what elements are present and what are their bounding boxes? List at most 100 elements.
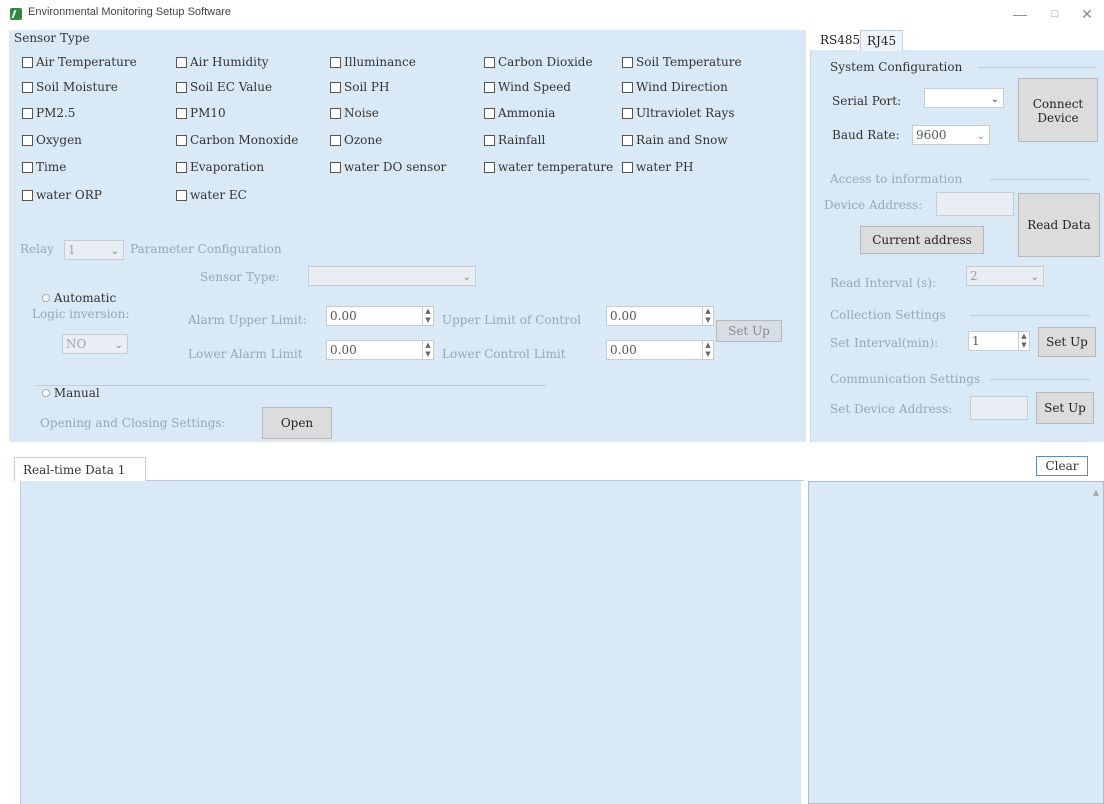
spinner-icon[interactable]: ▲ ▼ [702, 307, 713, 325]
checkbox-icon [622, 107, 633, 119]
parameter-config-label: Parameter Configuration [130, 242, 282, 256]
open-button[interactable]: Open [262, 407, 332, 439]
set-interval-input[interactable]: 1 ▲ ▼ [968, 331, 1030, 351]
sensor-checkbox[interactable]: Air Humidity [176, 55, 269, 69]
sensor-checkbox[interactable]: Rain and Snow [622, 133, 728, 147]
sensor-checkbox[interactable]: PM2.5 [22, 106, 75, 120]
sensor-checkbox[interactable]: Ultraviolet Rays [622, 106, 734, 120]
minimize-button[interactable]: — [1005, 4, 1035, 24]
connect-device-button[interactable]: Connect Device [1018, 78, 1098, 142]
checkbox-icon [330, 81, 341, 93]
read-interval-select[interactable]: 2 ⌄ [966, 266, 1044, 286]
sensor-checkbox[interactable]: water ORP [22, 188, 102, 202]
sensor-checkbox[interactable]: Soil PH [330, 80, 389, 94]
sensor-checkbox[interactable]: Oxygen [22, 133, 82, 147]
sensor-checkbox[interactable]: Soil Temperature [622, 55, 742, 69]
automatic-option[interactable]: Automatic [42, 291, 116, 305]
checkbox-icon [22, 189, 33, 201]
lower-control-limit-input[interactable]: 0.00 ▲ ▼ [606, 340, 714, 360]
checkbox-icon [484, 107, 495, 119]
sensor-checkbox[interactable]: water DO sensor [330, 160, 446, 174]
sensor-checkbox[interactable]: water PH [622, 160, 693, 174]
spinner-icon[interactable]: ▲ ▼ [422, 307, 433, 325]
sensor-checkbox[interactable]: Illuminance [330, 55, 416, 69]
communication-settings-title: Communication Settings [830, 372, 981, 386]
log-text-area[interactable]: ▲ [808, 481, 1104, 804]
collection-set-up-button[interactable]: Set Up [1038, 327, 1096, 357]
sensor-checkbox[interactable]: Carbon Monoxide [176, 133, 298, 147]
tab-rj45[interactable]: RJ45 [860, 30, 904, 51]
baud-rate-select[interactable]: 9600 ⌄ [912, 125, 990, 145]
sensor-checkbox[interactable]: water temperature [484, 160, 613, 174]
sensor-checkbox[interactable]: water EC [176, 188, 247, 202]
scroll-up-icon[interactable]: ▲ [1093, 488, 1099, 497]
alarm-upper-limit-label: Alarm Upper Limit: [188, 313, 307, 327]
chevron-down-icon: ⌄ [976, 131, 985, 142]
chevron-down-icon: ⌄ [114, 340, 123, 351]
current-address-button[interactable]: Current address [860, 226, 984, 254]
sensor-checkbox[interactable]: Air Temperature [22, 55, 137, 69]
set-device-address-input[interactable] [970, 396, 1028, 420]
opening-closing-label: Opening and Closing Settings: [40, 416, 226, 430]
sensor-checkbox[interactable]: Ozone [330, 133, 382, 147]
sensor-checkbox-label: Wind Direction [636, 80, 728, 94]
read-interval-value: 2 [970, 269, 978, 283]
device-address-input[interactable] [936, 192, 1014, 216]
chevron-down-icon: ⌄ [1030, 272, 1039, 283]
clear-button[interactable]: Clear [1036, 456, 1088, 476]
lower-control-limit-value: 0.00 [610, 343, 637, 357]
sensor-checkbox-label: water temperature [498, 160, 614, 174]
automatic-label: Automatic [53, 291, 117, 305]
set-interval-value: 1 [972, 334, 980, 348]
sensor-checkbox[interactable]: PM10 [176, 106, 226, 120]
tab-real-time-data-1[interactable]: Real-time Data 1 [14, 457, 146, 481]
checkbox-icon [330, 134, 341, 146]
sensor-checkbox[interactable]: Wind Direction [622, 80, 728, 94]
lower-alarm-limit-input[interactable]: 0.00 ▲ ▼ [326, 340, 434, 360]
relay-value: 1 [68, 243, 76, 257]
upper-limit-control-input[interactable]: 0.00 ▲ ▼ [606, 306, 714, 326]
checkbox-icon [176, 134, 187, 146]
sensor-checkbox-label: water PH [636, 160, 694, 174]
tab-rs485[interactable]: RS485 [814, 30, 867, 50]
checkbox-icon [176, 81, 187, 93]
sensor-checkbox[interactable]: Rainfall [484, 133, 545, 147]
sensor-checkbox-label: Oxygen [36, 133, 82, 147]
close-button[interactable]: ✕ [1072, 4, 1102, 24]
window-title: Environmental Monitoring Setup Software [28, 6, 231, 18]
sensor-checkbox[interactable]: Ammonia [484, 106, 555, 120]
sensor-checkbox-label: Carbon Dioxide [498, 55, 593, 69]
logic-inversion-value: NO [66, 337, 87, 351]
relay-select[interactable]: 1 ⌄ [64, 240, 124, 260]
relay-set-up-button[interactable]: Set Up [716, 320, 782, 342]
read-data-button[interactable]: Read Data [1018, 193, 1100, 257]
checkbox-icon [176, 56, 187, 68]
logic-inversion-select[interactable]: NO ⌄ [62, 334, 128, 354]
relay-sensor-type-select[interactable]: ⌄ [308, 266, 476, 286]
serial-port-select[interactable]: ⌄ [924, 88, 1004, 108]
sensor-checkbox[interactable]: Noise [330, 106, 379, 120]
sensor-checkbox[interactable]: Time [22, 160, 66, 174]
relay-divider [36, 385, 546, 386]
checkbox-icon [330, 56, 341, 68]
sensor-checkbox[interactable]: Soil Moisture [22, 80, 118, 94]
spinner-icon[interactable]: ▲ ▼ [422, 341, 433, 359]
manual-option[interactable]: Manual [42, 386, 100, 400]
logic-inversion-label: Logic inversion: [32, 307, 130, 321]
sensor-checkbox[interactable]: Carbon Dioxide [484, 55, 593, 69]
sensor-checkbox[interactable]: Evaporation [176, 160, 264, 174]
sensor-checkbox[interactable]: Soil EC Value [176, 80, 272, 94]
sensor-checkbox-label: Soil PH [344, 80, 390, 94]
sensor-checkbox-label: Air Humidity [190, 55, 269, 69]
alarm-upper-limit-input[interactable]: 0.00 ▲ ▼ [326, 306, 434, 326]
alarm-upper-limit-value: 0.00 [330, 309, 357, 323]
spinner-icon[interactable]: ▲ ▼ [1018, 332, 1029, 350]
real-time-data-area [20, 481, 801, 804]
maximize-button[interactable]: □ [1040, 4, 1070, 24]
communication-set-up-button[interactable]: Set Up [1036, 392, 1094, 424]
sensor-checkbox-label: Evaporation [190, 160, 265, 174]
sensor-checkbox[interactable]: Wind Speed [484, 80, 571, 94]
spinner-icon[interactable]: ▲ ▼ [702, 341, 713, 359]
serial-port-label: Serial Port: [832, 94, 902, 108]
sensor-checkbox-label: PM2.5 [36, 106, 76, 120]
